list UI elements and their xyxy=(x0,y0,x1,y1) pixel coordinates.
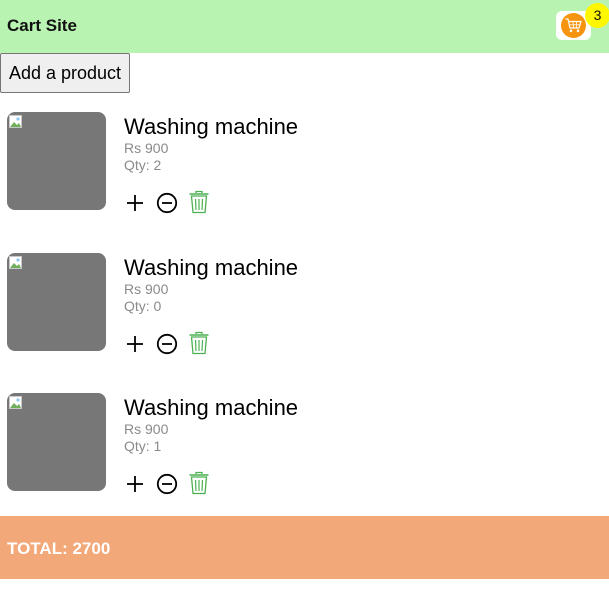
product-image xyxy=(7,112,106,210)
cart-total: TOTAL: 2700 xyxy=(7,539,111,558)
trash-icon[interactable] xyxy=(188,331,210,355)
cart-item: Washing machine Rs 900 Qty: 1 xyxy=(0,393,609,503)
plus-icon[interactable] xyxy=(124,191,146,215)
plus-icon[interactable] xyxy=(124,332,146,356)
cart-item: Washing machine Rs 900 Qty: 2 xyxy=(0,112,609,222)
product-title: Washing machine xyxy=(124,114,299,139)
product-qty: Qty: 0 xyxy=(124,298,162,314)
product-price: Rs 900 xyxy=(124,421,169,437)
cart-icon xyxy=(561,13,586,38)
product-qty: Qty: 1 xyxy=(124,438,162,454)
navbar: Cart Site 3 xyxy=(0,0,609,53)
minus-circle-icon[interactable] xyxy=(156,191,178,215)
product-title: Washing machine xyxy=(124,395,299,420)
product-qty: Qty: 2 xyxy=(124,157,162,173)
product-price: Rs 900 xyxy=(124,281,169,297)
plus-icon[interactable] xyxy=(124,472,146,496)
total-bar: TOTAL: 2700 xyxy=(0,516,609,579)
trash-icon[interactable] xyxy=(188,190,210,214)
broken-image-icon xyxy=(9,115,22,128)
product-image xyxy=(7,253,106,351)
cart-item: Washing machine Rs 900 Qty: 0 xyxy=(0,253,609,363)
trash-icon[interactable] xyxy=(188,471,210,495)
brand-title: Cart Site xyxy=(7,16,77,35)
broken-image-icon xyxy=(9,256,22,269)
minus-circle-icon[interactable] xyxy=(156,332,178,356)
product-image xyxy=(7,393,106,491)
add-product-button[interactable]: Add a product xyxy=(0,53,130,93)
product-title: Washing machine xyxy=(124,255,299,280)
broken-image-icon xyxy=(9,396,22,409)
minus-circle-icon[interactable] xyxy=(156,472,178,496)
product-price: Rs 900 xyxy=(124,140,169,156)
cart-count-badge: 3 xyxy=(585,3,609,28)
